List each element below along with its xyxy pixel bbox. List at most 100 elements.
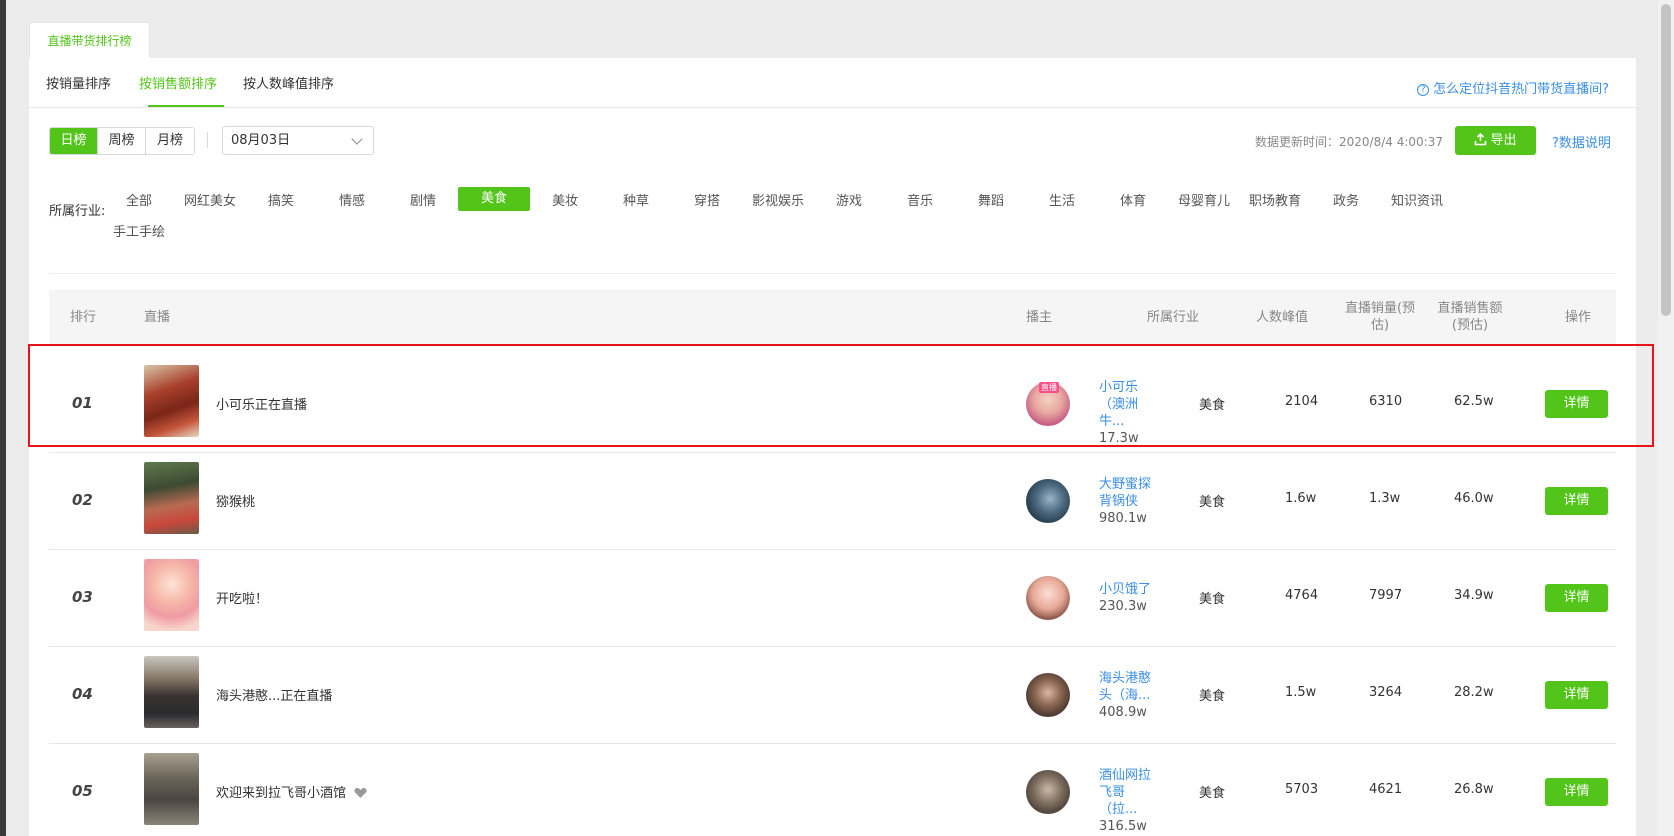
- anchor-name-line2: 头（海...: [1099, 688, 1151, 703]
- industry-sports[interactable]: 体育: [1097, 190, 1169, 209]
- data-explain-label: 数据说明: [1558, 136, 1611, 151]
- header-action: 操作: [1565, 310, 1592, 325]
- divider: [49, 273, 1616, 274]
- industry-recommend[interactable]: 种草: [600, 190, 672, 209]
- detail-button[interactable]: 详情: [1545, 778, 1608, 806]
- anchor-name-line2: 飞哥（拉...: [1099, 785, 1138, 817]
- industry-knowledge[interactable]: 知识资讯: [1381, 190, 1453, 209]
- industry-food[interactable]: 美食: [458, 187, 530, 211]
- table-row: 05 欢迎来到拉飞哥小酒馆 酒仙网拉 飞哥（拉... 316.5w 美食 5703…: [49, 744, 1616, 836]
- anchor-name[interactable]: 海头港憨头（海...: [1099, 670, 1163, 704]
- help-link-label: 怎么定位抖音热门带货直播间?: [1433, 82, 1609, 97]
- industry-outfit[interactable]: 穿搭: [671, 190, 743, 209]
- scrollbar[interactable]: [1658, 0, 1674, 836]
- avatar[interactable]: [1026, 576, 1070, 620]
- table-row: 03 开吃啦！ 小贝饿了 230.3w 美食 4764 7997 34.9w 详…: [49, 550, 1616, 647]
- industry-game[interactable]: 游戏: [813, 190, 885, 209]
- table-row: 04 海头港憨...正在直播 海头港憨 头（海... 408.9w 美食 1.5w…: [49, 647, 1616, 744]
- data-explain-link[interactable]: ?数据说明: [1552, 132, 1611, 151]
- live-cover-image[interactable]: [144, 559, 199, 631]
- industry-handcraft[interactable]: 手工手绘: [103, 221, 175, 240]
- header-sales-amount-line2: (预估): [1451, 318, 1489, 333]
- industry-parenting[interactable]: 母婴育儿: [1168, 190, 1240, 209]
- live-title[interactable]: 开吃啦！: [216, 588, 268, 607]
- industry-music[interactable]: 音乐: [884, 190, 956, 209]
- volume-cell: 4621: [1369, 782, 1403, 797]
- industry-film[interactable]: 影视娱乐: [742, 190, 814, 209]
- header-sales-amount-line1: 直播销售额: [1437, 301, 1503, 316]
- volume-cell: 3264: [1369, 685, 1403, 700]
- avatar[interactable]: [1026, 673, 1070, 717]
- header-sales-volume: 直播销量(预 估): [1336, 300, 1424, 334]
- update-time: 数据更新时间：2020/8/4 4:00:37: [1255, 135, 1443, 149]
- industry-cell: 美食: [1199, 786, 1226, 801]
- anchor-name[interactable]: 酒仙网拉 飞哥（拉...: [1099, 767, 1163, 818]
- tab-sort-by-peak[interactable]: 按人数峰值排序: [243, 73, 334, 92]
- question-circle-icon: ?: [1552, 136, 1559, 151]
- volume-cell: 7997: [1369, 588, 1403, 603]
- live-title[interactable]: 海头港憨...正在直播: [216, 685, 332, 704]
- detail-button[interactable]: 详情: [1545, 681, 1608, 709]
- live-title: 欢迎来到拉飞哥小酒馆: [216, 782, 367, 801]
- table-row: 02 猕猴桃 大野蜜探 背锅侠 980.1w 美食 1.6w 1.3w 46.0w…: [49, 453, 1616, 550]
- header-sales-volume-line2: 估): [1370, 318, 1390, 333]
- detail-button[interactable]: 详情: [1545, 487, 1608, 515]
- tab-weekly[interactable]: 周榜: [98, 128, 146, 154]
- live-title[interactable]: 小可乐正在直播: [216, 394, 307, 413]
- header-live: 直播: [144, 310, 171, 325]
- avatar[interactable]: [1026, 479, 1070, 523]
- question-circle-icon: ?: [1417, 84, 1430, 96]
- industry-drama[interactable]: 剧情: [387, 190, 459, 209]
- export-button[interactable]: 导出: [1455, 126, 1536, 155]
- live-badge: 直播: [1039, 382, 1059, 393]
- live-title-text[interactable]: 欢迎来到拉飞哥小酒馆: [216, 786, 346, 801]
- anchor-name-line1: 海头港憨: [1099, 671, 1152, 686]
- chevron-down-icon: [351, 133, 363, 145]
- detail-button[interactable]: 详情: [1545, 584, 1608, 612]
- avatar[interactable]: [1026, 770, 1070, 814]
- live-title[interactable]: 猕猴桃: [216, 491, 255, 510]
- tab-sort-by-amount[interactable]: 按销售额排序: [139, 73, 217, 92]
- tab-live-sales-ranking[interactable]: 直播带货排行榜: [29, 22, 150, 59]
- ranking-panel: 按销量排序 按销售额排序 按人数峰值排序 ? 怎么定位抖音热门带货直播间? 日榜 …: [29, 58, 1636, 836]
- industry-career[interactable]: 职场教育: [1239, 190, 1311, 209]
- divider: [207, 132, 208, 148]
- tab-monthly[interactable]: 月榜: [146, 128, 194, 154]
- industry-funny[interactable]: 搞笑: [245, 190, 317, 209]
- anchor-name[interactable]: 小贝饿了: [1099, 581, 1163, 598]
- rank-number: 03: [72, 588, 93, 606]
- anchor-fans: 408.9w: [1099, 705, 1147, 720]
- header-industry: 所属行业: [1147, 310, 1200, 325]
- live-cover-image[interactable]: [144, 462, 199, 534]
- industry-dance[interactable]: 舞蹈: [955, 190, 1027, 209]
- anchor-name[interactable]: 小可乐 （澳洲牛...: [1099, 379, 1163, 430]
- anchor-name[interactable]: 大野蜜探 背锅侠: [1099, 476, 1163, 510]
- industry-influencer[interactable]: 网红美女: [174, 190, 246, 209]
- live-cover-image[interactable]: [144, 656, 199, 728]
- header-anchor: 播主: [1026, 310, 1053, 325]
- detail-button[interactable]: 详情: [1545, 390, 1608, 418]
- industry-all[interactable]: 全部: [103, 190, 175, 209]
- rank-number: 01: [72, 394, 93, 412]
- peak-cell: 4764: [1285, 588, 1319, 603]
- tab-daily[interactable]: 日榜: [50, 128, 98, 154]
- anchor-fans: 17.3w: [1099, 431, 1139, 446]
- heart-icon[interactable]: [354, 787, 367, 799]
- date-select[interactable]: 08月03日: [222, 126, 374, 155]
- industry-life[interactable]: 生活: [1026, 190, 1098, 209]
- industry-filter-label: 所属行业:: [49, 204, 106, 219]
- live-cover-image[interactable]: [144, 365, 199, 437]
- industry-government[interactable]: 政务: [1310, 190, 1382, 209]
- header-sales-amount: 直播销售额 (预估): [1426, 300, 1514, 334]
- anchor-info: 小贝饿了 230.3w: [1099, 581, 1163, 615]
- industry-cell: 美食: [1199, 495, 1226, 510]
- tab-sort-by-volume[interactable]: 按销量排序: [46, 73, 111, 92]
- scrollbar-thumb[interactable]: [1661, 4, 1671, 316]
- table-header: 排行 直播 播主 所属行业 人数峰值 直播销量(预 估) 直播销售额 (预估) 操作: [49, 290, 1616, 346]
- industry-emotion[interactable]: 情感: [316, 190, 388, 209]
- anchor-info: 海头港憨头（海... 408.9w: [1099, 670, 1163, 721]
- help-link[interactable]: ? 怎么定位抖音热门带货直播间?: [1417, 78, 1609, 97]
- industry-makeup[interactable]: 美妆: [529, 190, 601, 209]
- date-select-value: 08月03日: [231, 133, 291, 148]
- live-cover-image[interactable]: [144, 753, 199, 825]
